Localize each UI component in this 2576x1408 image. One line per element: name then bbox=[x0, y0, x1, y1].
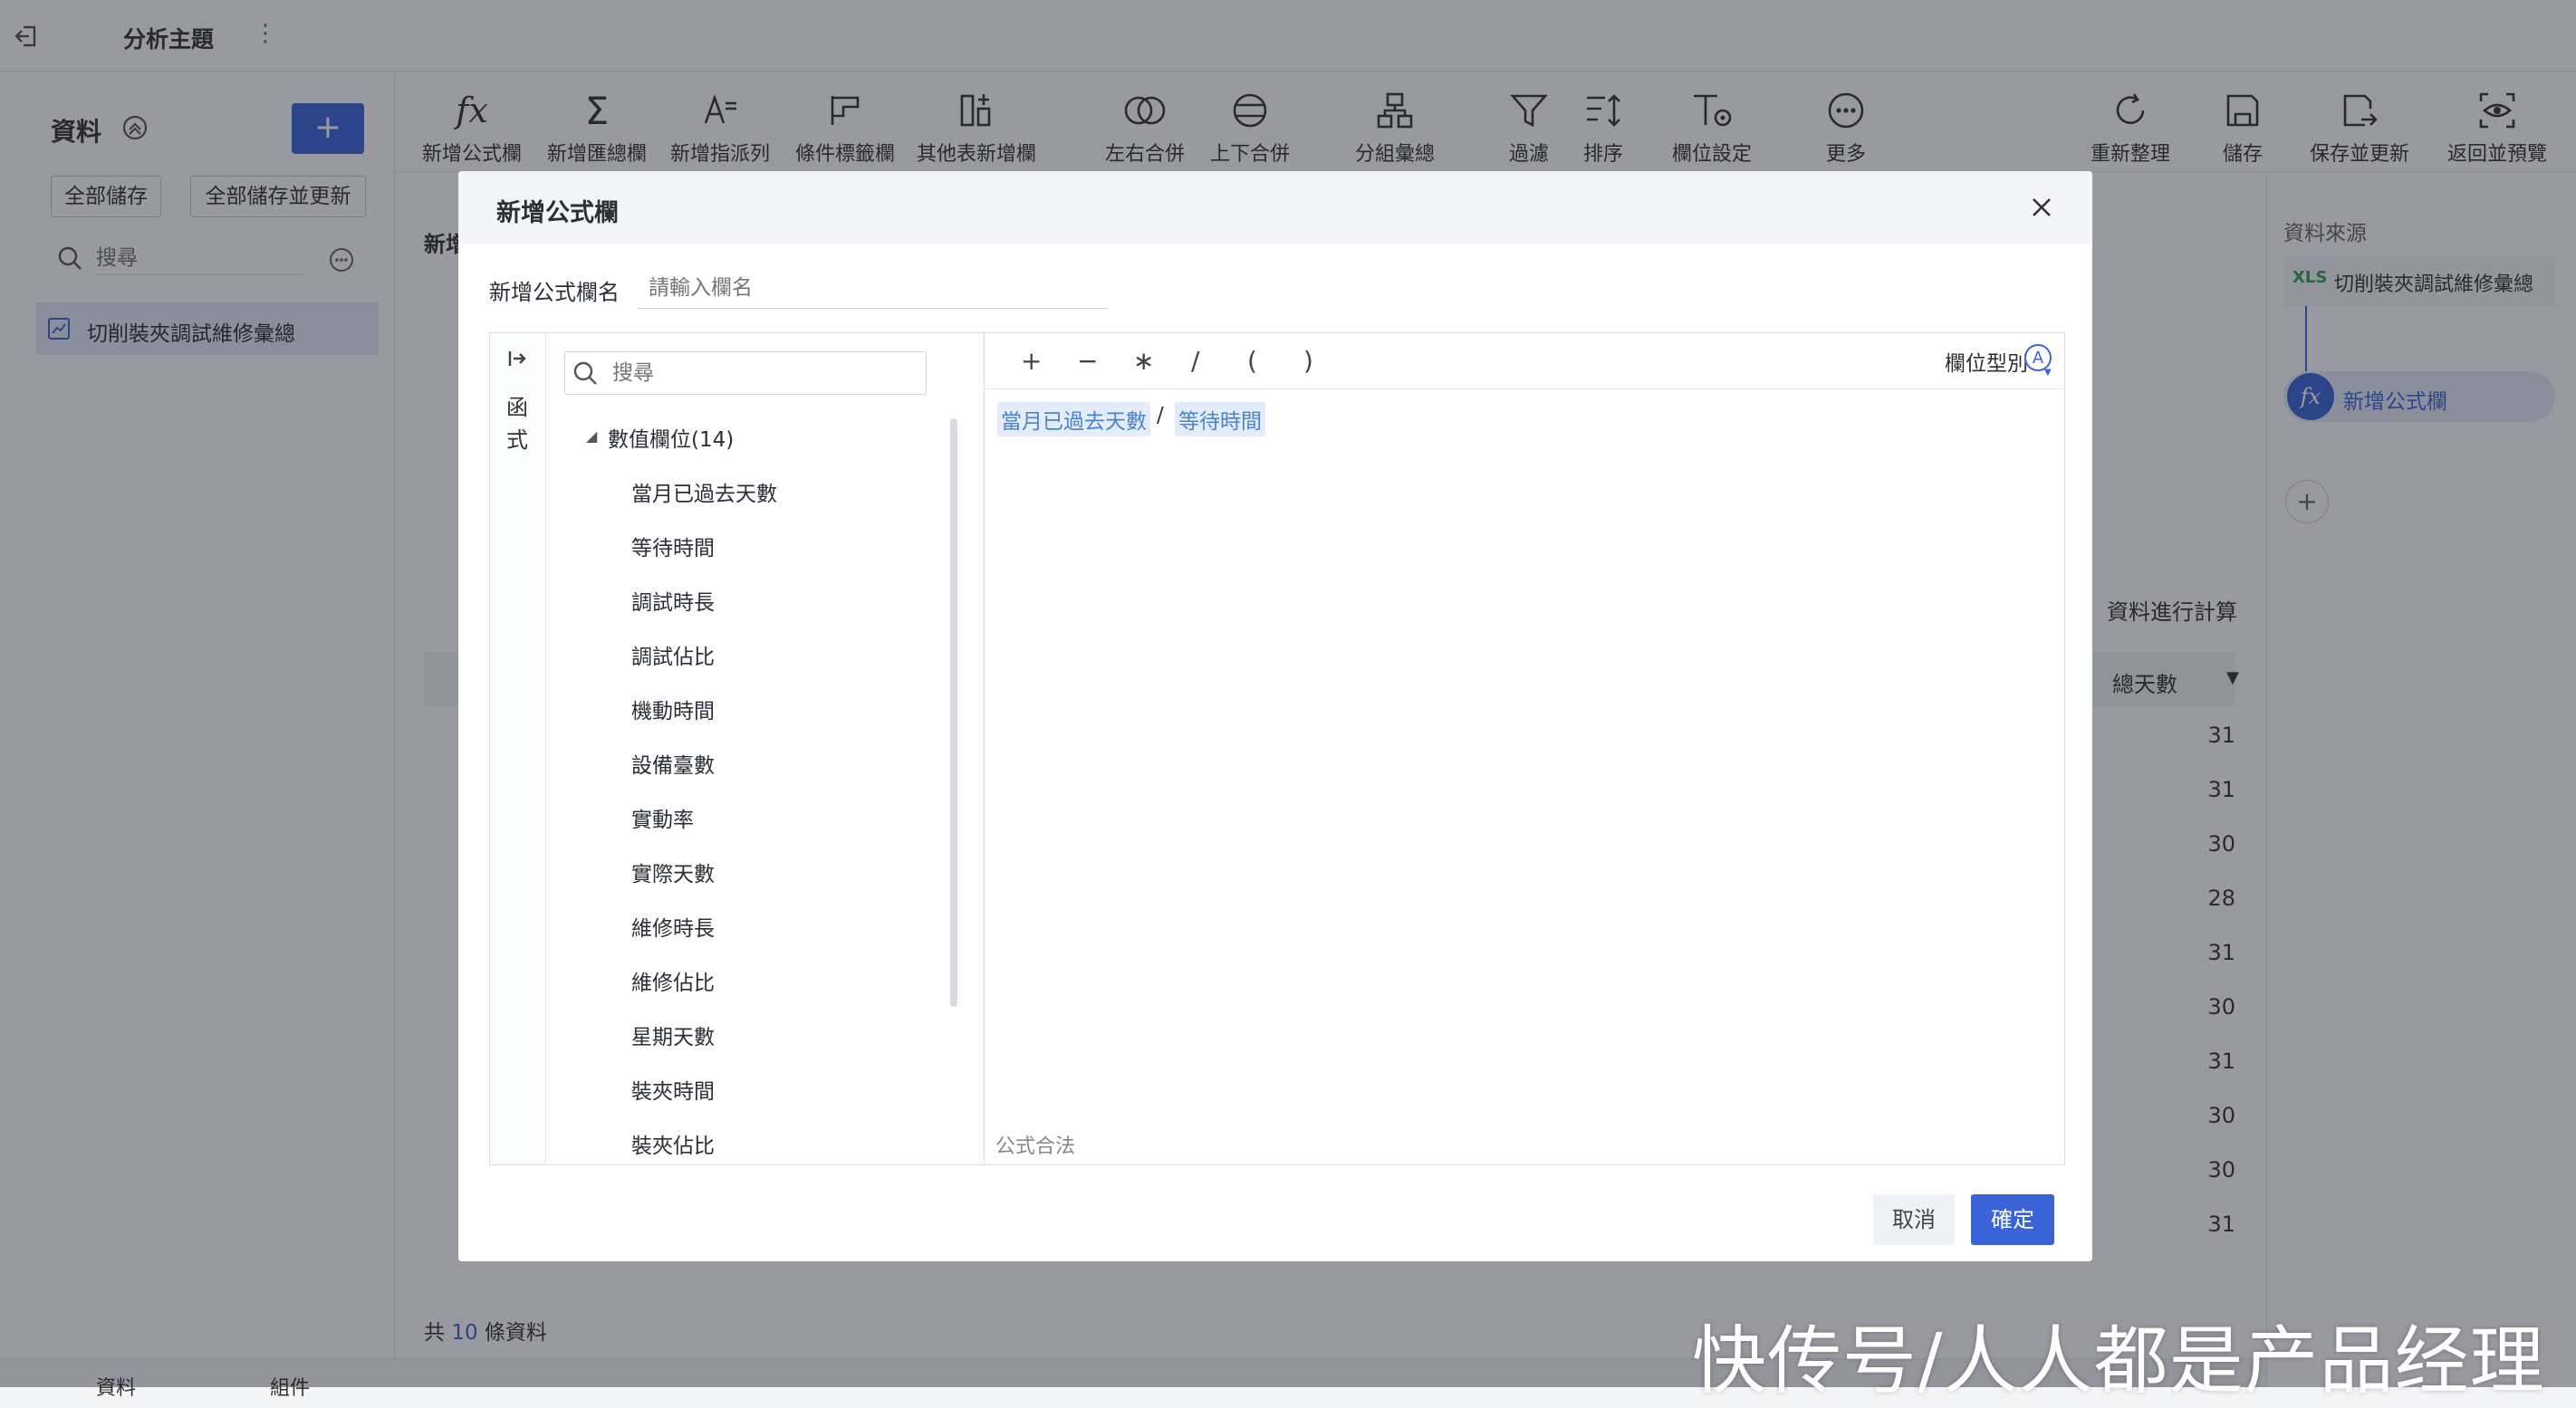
field-group-label[interactable]: 數值欄位(14) bbox=[608, 422, 734, 453]
field-list-scrollbar[interactable] bbox=[950, 418, 957, 1007]
field-item[interactable]: 調試佔比 bbox=[631, 639, 715, 670]
field-item[interactable]: 裝夾時間 bbox=[631, 1074, 715, 1105]
field-item[interactable]: 調試時長 bbox=[631, 585, 715, 616]
formula-token[interactable]: 等待時間 bbox=[1175, 402, 1265, 436]
op-right-paren-button[interactable]: ) bbox=[1303, 346, 1313, 376]
field-item[interactable]: 當月已過去天數 bbox=[631, 476, 777, 507]
field-item[interactable]: 維修佔比 bbox=[631, 965, 715, 996]
watermark: 快传号/人人都是产品经理 bbox=[1692, 1318, 2545, 1404]
operator-bar: + − ∗ / ( ) 欄位型別 A ▼ bbox=[985, 333, 2064, 389]
dialog-title: 新增公式欄 bbox=[496, 199, 619, 227]
close-icon[interactable] bbox=[2029, 195, 2054, 220]
confirm-button[interactable]: 確定 bbox=[1971, 1194, 2054, 1245]
field-tree: ◢ 數值欄位(14) 當月已過去天數 等待時間 調試時長 調試佔比 機動時間 設… bbox=[546, 415, 963, 1163]
field-item[interactable]: 裝夾佔比 bbox=[631, 1128, 715, 1159]
field-item[interactable]: 實際天數 bbox=[631, 857, 715, 887]
editor-frame: 函 式 ◢ 數值欄位(14) 當月已過去天數 等待時間 調試時長 調試佔比 機動… bbox=[489, 332, 2065, 1165]
op-minus-button[interactable]: − bbox=[1077, 346, 1098, 376]
formula-operator: / bbox=[1157, 404, 1164, 427]
dialog-header: 新增公式欄 bbox=[458, 171, 2092, 244]
op-multiply-button[interactable]: ∗ bbox=[1133, 346, 1154, 376]
field-item[interactable]: 等待時間 bbox=[631, 531, 715, 561]
functions-tab[interactable]: 函 式 bbox=[506, 391, 528, 456]
formula-input-area[interactable]: 當月已過去天數 / 等待時間 bbox=[985, 389, 2064, 1123]
field-type-dropdown-icon[interactable]: ▼ bbox=[2044, 368, 2052, 378]
field-search-box bbox=[564, 351, 927, 395]
formula-token[interactable]: 當月已過去天數 bbox=[997, 402, 1150, 436]
op-left-paren-button[interactable]: ( bbox=[1247, 346, 1257, 376]
field-item[interactable]: 實動率 bbox=[631, 802, 694, 833]
name-label: 新增公式欄名 bbox=[489, 280, 620, 305]
cancel-button[interactable]: 取消 bbox=[1873, 1194, 1955, 1245]
field-item[interactable]: 星期天數 bbox=[631, 1020, 715, 1050]
op-divide-button[interactable]: / bbox=[1191, 346, 1199, 376]
formula-status: 公式合法 bbox=[995, 1135, 1076, 1158]
field-item[interactable]: 設備臺數 bbox=[631, 748, 715, 779]
search-icon bbox=[572, 360, 598, 386]
field-item[interactable]: 維修時長 bbox=[631, 911, 715, 942]
function-tab-strip: 函 式 bbox=[490, 333, 546, 1164]
caret-down-icon[interactable]: ◢ bbox=[586, 427, 597, 445]
field-item[interactable]: 機動時間 bbox=[631, 694, 715, 724]
field-list-panel: ◢ 數值欄位(14) 當月已過去天數 等待時間 調試時長 調試佔比 機動時間 設… bbox=[546, 333, 985, 1164]
formula-editor: + − ∗ / ( ) 欄位型別 A ▼ 當月已過去天數 / 等待時間 公式合法 bbox=[985, 333, 2064, 1164]
field-search-input[interactable] bbox=[610, 358, 909, 388]
column-name-input[interactable] bbox=[638, 267, 1109, 309]
op-plus-button[interactable]: + bbox=[1021, 346, 1042, 376]
expand-panel-icon[interactable] bbox=[506, 348, 528, 369]
add-formula-dialog: 新增公式欄 新增公式欄名 函 式 ◢ bbox=[458, 171, 2092, 1261]
field-type-label: 欄位型別 bbox=[1945, 352, 2028, 376]
